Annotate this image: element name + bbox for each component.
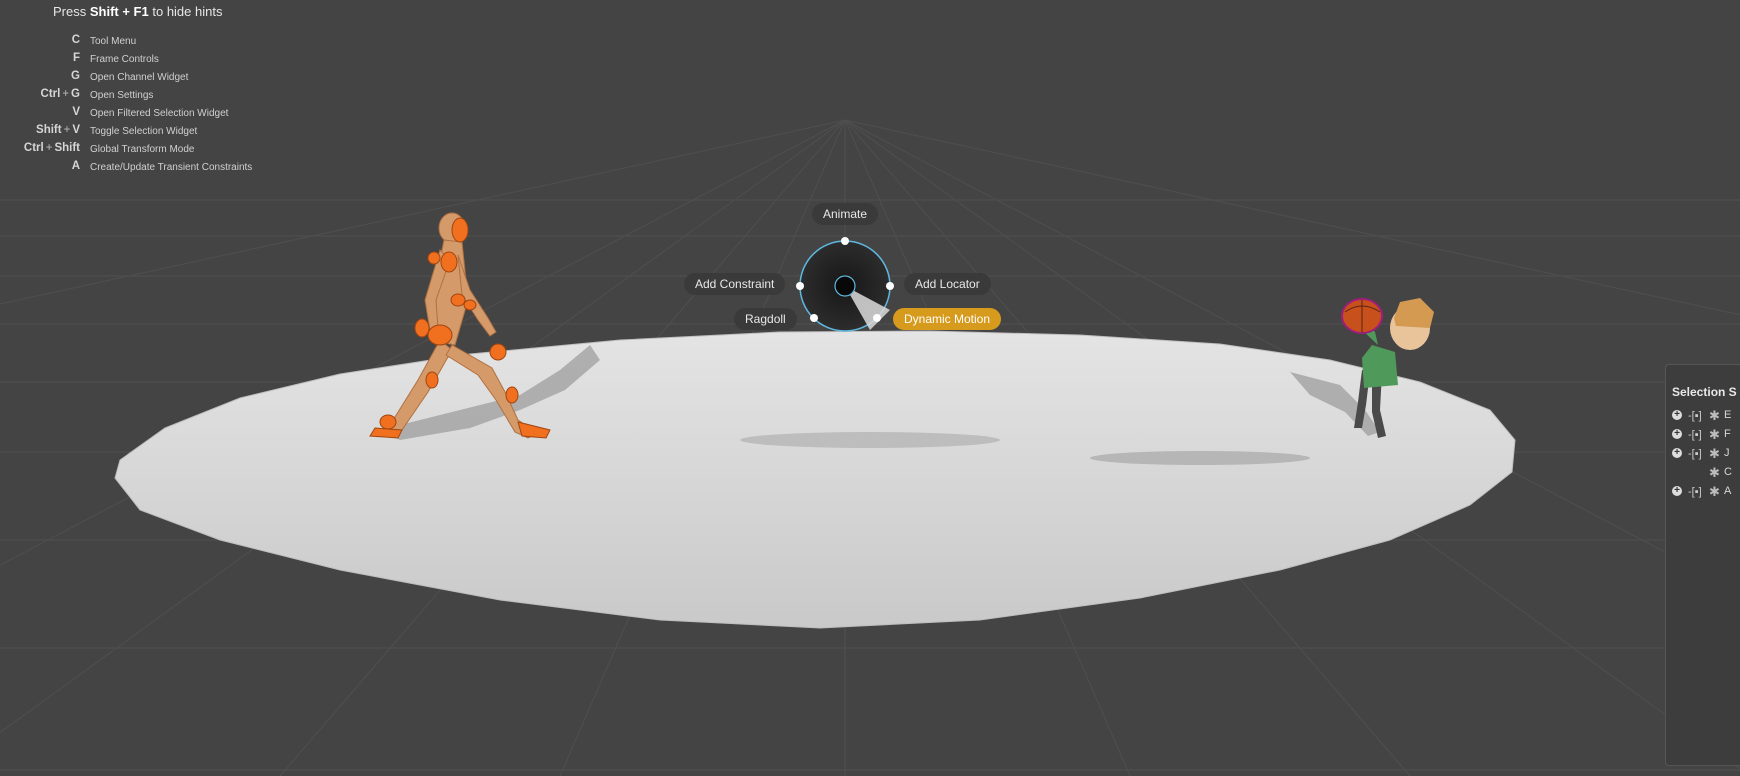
hint-label: Global Transform Mode <box>90 144 195 155</box>
visibility-icon[interactable]: -[▪] <box>1688 429 1702 441</box>
hint-key-b: Shift <box>54 142 80 154</box>
selection-set-row[interactable]: + -[▪] ✱ J <box>1672 445 1740 463</box>
radial-item-add-constraint[interactable]: Add Constraint <box>684 273 786 295</box>
visibility-icon[interactable]: -[▪] <box>1688 410 1702 422</box>
hint-key: Ctrl + G <box>40 88 80 100</box>
selection-set-name: A <box>1724 485 1732 497</box>
hint-row: Ctrl + G Open Settings <box>0 88 400 106</box>
selection-set-name: F <box>1724 428 1731 440</box>
radial-item-ragdoll[interactable]: Ragdoll <box>734 308 797 330</box>
hint-key: Shift + V <box>36 124 80 136</box>
hint-label: Open Filtered Selection Widget <box>90 108 229 119</box>
hint-key-b: G <box>71 88 80 100</box>
hints-header-prefix: Press <box>53 4 87 19</box>
asterisk-icon: ✱ <box>1709 484 1720 499</box>
hint-key-a: Shift <box>36 124 62 136</box>
visibility-icon[interactable]: -[▪] <box>1688 448 1702 460</box>
hints-header: Press Shift + F1 to hide hints <box>53 4 222 19</box>
hint-key-b: V <box>72 124 80 136</box>
radial-item-add-locator[interactable]: Add Locator <box>904 273 991 295</box>
hint-key: F <box>72 52 80 64</box>
selection-set-row[interactable]: + -[▪] ✱ A <box>1672 483 1740 501</box>
hints-header-suffix: to hide hints <box>152 4 223 19</box>
selection-set-name: J <box>1724 447 1730 459</box>
selection-sets-panel: Selection S + -[▪] ✱ E + -[▪] ✱ F + -[▪]… <box>1665 364 1740 766</box>
hint-row: C Tool Menu <box>0 34 400 52</box>
center-shadow <box>740 432 1000 448</box>
expand-icon[interactable]: + <box>1672 448 1682 458</box>
hint-key: A <box>71 160 80 172</box>
hint-key-a: Ctrl <box>23 142 44 154</box>
hint-label: Open Channel Widget <box>90 72 189 83</box>
hint-row: G Open Channel Widget <box>0 70 400 88</box>
selection-set-row[interactable]: + -[▪] ✱ E <box>1672 407 1740 425</box>
visibility-icon[interactable]: -[▪] <box>1688 486 1702 498</box>
ground-disc <box>114 330 1516 629</box>
asterisk-icon: ✱ <box>1709 408 1720 423</box>
hint-row: F Frame Controls <box>0 52 400 70</box>
expand-icon[interactable]: + <box>1672 486 1682 496</box>
hint-label: Toggle Selection Widget <box>90 126 198 137</box>
asterisk-icon: ✱ <box>1709 427 1720 442</box>
hint-row: Ctrl + Shift Global Transform Mode <box>0 142 400 160</box>
hint-label: Open Settings <box>90 90 154 101</box>
hints-header-keys: Shift + F1 <box>89 4 149 19</box>
panel-title: Selection S <box>1672 385 1737 399</box>
hint-row: A Create/Update Transient Constraints <box>0 160 400 178</box>
radial-item-dynamic-motion[interactable]: Dynamic Motion <box>893 308 1002 330</box>
expand-icon[interactable]: + <box>1672 410 1682 420</box>
hint-row: V Open Filtered Selection Widget <box>0 106 400 124</box>
selection-set-row[interactable]: ✱ C <box>1672 464 1740 482</box>
hint-row: Shift + V Toggle Selection Widget <box>0 124 400 142</box>
expand-icon[interactable]: + <box>1672 429 1682 439</box>
right-shadow <box>1090 451 1310 465</box>
selection-set-name: E <box>1724 409 1732 421</box>
asterisk-icon: ✱ <box>1709 446 1720 461</box>
hint-key: G <box>71 70 80 82</box>
selection-set-row[interactable]: + -[▪] ✱ F <box>1672 426 1740 444</box>
hint-key: V <box>72 106 80 118</box>
hint-key: Ctrl + Shift <box>23 142 80 154</box>
hint-key-a: Ctrl <box>40 88 61 100</box>
hint-label: Create/Update Transient Constraints <box>90 162 253 173</box>
asterisk-icon: ✱ <box>1709 465 1720 480</box>
hint-label: Tool Menu <box>90 36 137 47</box>
selection-set-name: C <box>1724 466 1732 478</box>
hint-key: C <box>71 34 80 46</box>
radial-menu-ring <box>796 237 894 332</box>
radial-item-animate[interactable]: Animate <box>812 203 879 225</box>
hint-label: Frame Controls <box>90 54 159 65</box>
